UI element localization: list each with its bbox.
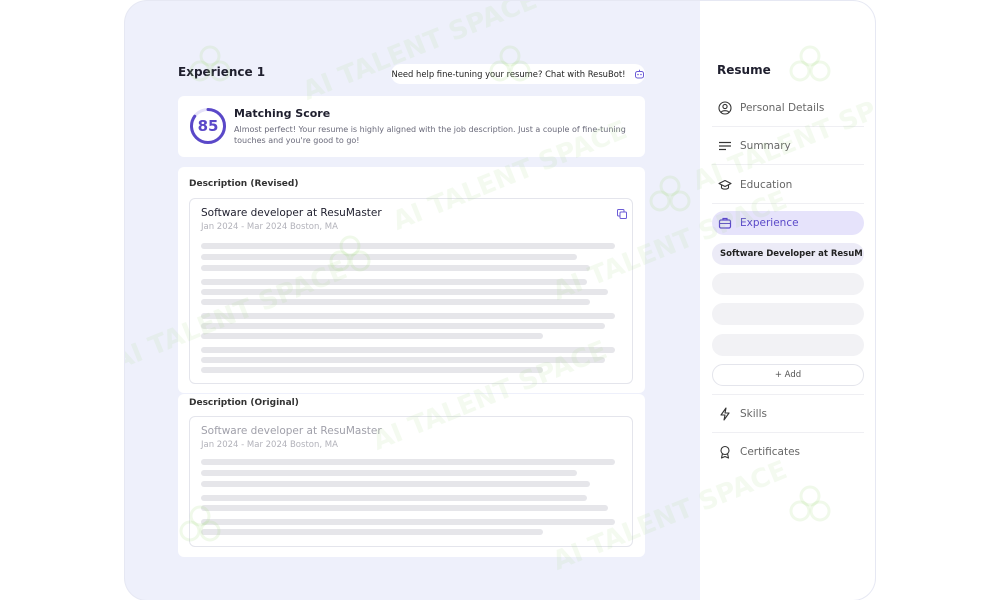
sidebar-item-personal-details[interactable]: Personal Details [712, 96, 864, 120]
text-placeholder [201, 529, 543, 535]
original-job-title: Software developer at ResuMaster [201, 425, 382, 437]
lines-icon [718, 139, 732, 153]
original-description-box: Software developer at ResuMaster Jan 202… [189, 416, 633, 547]
main-panel: Experience 1 Need help fine-tuning your … [125, 1, 700, 600]
sidebar-item-skills[interactable]: Skills [712, 402, 864, 426]
text-placeholder [201, 505, 608, 511]
score-description: Almost perfect! Your resume is highly al… [234, 125, 626, 145]
lightning-icon [718, 407, 732, 421]
divider [712, 394, 864, 395]
divider [712, 126, 864, 127]
text-placeholder [201, 459, 615, 465]
revised-job-meta: Jan 2024 - Mar 2024 Boston, MA [201, 222, 338, 232]
sidebar-title: Resume [717, 63, 771, 77]
original-label: Description (Original) [189, 398, 299, 408]
text-placeholder [201, 347, 615, 353]
bot-icon [634, 69, 645, 80]
award-icon [718, 445, 732, 459]
original-description-section: Description (Original) Software develope… [178, 394, 645, 557]
resume-sidebar: Resume Personal Details Summary Educatio… [700, 1, 875, 600]
experience-sub-item[interactable]: Software Developer at ResuM [712, 243, 864, 265]
experience-placeholder [712, 303, 864, 325]
original-job-meta: Jan 2024 - Mar 2024 Boston, MA [201, 440, 338, 450]
resubot-help-button[interactable]: Need help fine-tuning your resume? Chat … [391, 64, 645, 84]
text-placeholder [201, 481, 590, 487]
sidebar-item-education[interactable]: Education [712, 173, 864, 197]
text-placeholder [201, 313, 615, 319]
text-placeholder [201, 265, 590, 271]
sidebar-item-certificates[interactable]: Certificates [712, 440, 864, 464]
app-frame: Experience 1 Need help fine-tuning your … [125, 1, 875, 600]
experience-placeholder [712, 273, 864, 295]
help-text: Need help fine-tuning your resume? Chat … [391, 69, 626, 79]
text-placeholder [201, 299, 590, 305]
text-placeholder [201, 279, 587, 285]
sidebar-item-label: Personal Details [740, 102, 825, 114]
score-title: Matching Score [234, 107, 331, 120]
text-placeholder [201, 333, 543, 339]
text-placeholder [201, 243, 615, 249]
divider [712, 164, 864, 165]
text-placeholder [201, 495, 587, 501]
revised-job-title: Software developer at ResuMaster [201, 207, 382, 219]
sidebar-item-label: Experience [740, 217, 799, 229]
revised-label: Description (Revised) [189, 179, 299, 189]
sidebar-item-label: Summary [740, 140, 791, 152]
add-experience-button[interactable]: + Add [712, 364, 864, 386]
divider [712, 432, 864, 433]
text-placeholder [201, 470, 577, 476]
text-placeholder [201, 254, 577, 260]
text-placeholder [201, 367, 543, 373]
experience-placeholder [712, 334, 864, 356]
score-value: 85 [197, 117, 219, 135]
user-circle-icon [718, 101, 732, 115]
revised-description-section: Description (Revised) Software developer… [178, 167, 645, 393]
text-placeholder [201, 289, 608, 295]
revised-description-box[interactable]: Software developer at ResuMaster Jan 202… [189, 198, 633, 384]
graduation-cap-icon [718, 178, 732, 192]
sidebar-item-label: Education [740, 179, 793, 191]
sidebar-item-summary[interactable]: Summary [712, 134, 864, 158]
experience-title: Experience 1 [178, 65, 266, 79]
divider [712, 203, 864, 204]
sidebar-item-label: Skills [740, 408, 767, 420]
matching-score-card: 85 Matching Score Almost perfect! Your r… [178, 96, 645, 157]
copy-icon[interactable] [616, 205, 628, 219]
text-placeholder [201, 519, 615, 525]
sidebar-item-label: Certificates [740, 446, 801, 458]
text-placeholder [201, 357, 605, 363]
briefcase-icon [718, 216, 732, 230]
text-placeholder [201, 323, 605, 329]
sidebar-item-experience[interactable]: Experience [712, 211, 864, 235]
